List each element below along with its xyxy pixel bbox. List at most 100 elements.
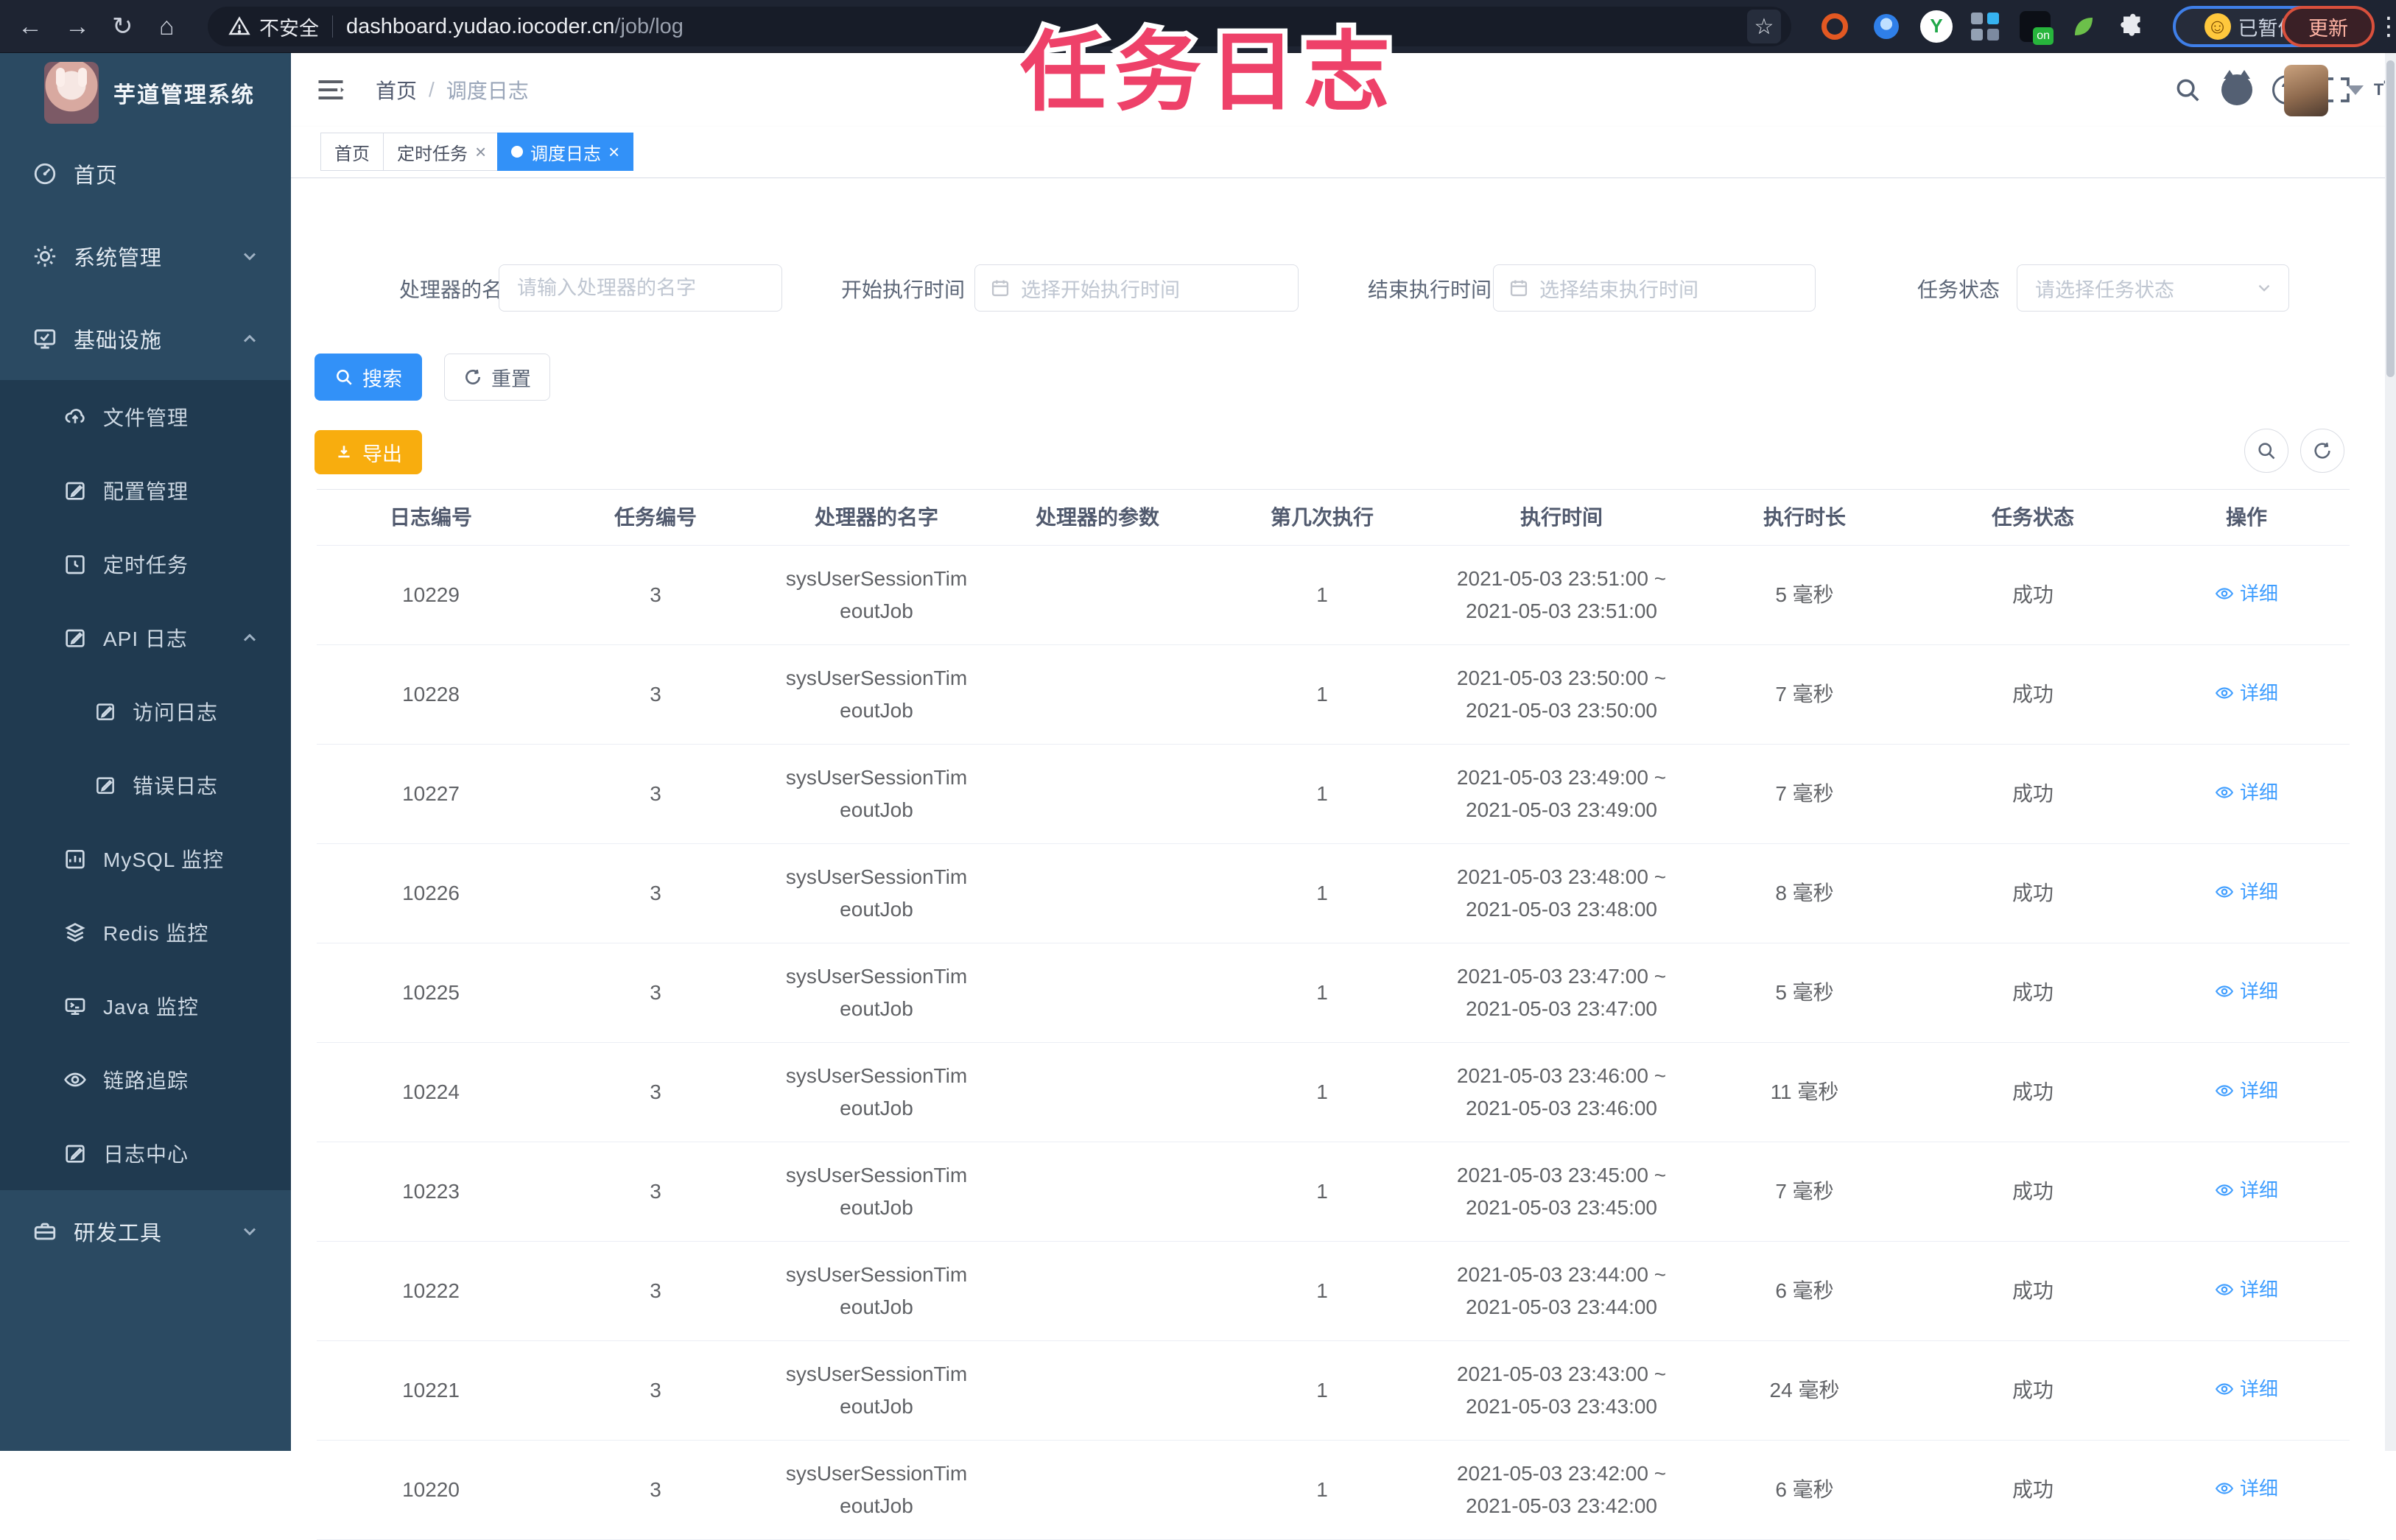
browser-home-icon[interactable]: ⌂ (159, 14, 175, 39)
browser-forward-icon[interactable]: → (65, 14, 90, 39)
sidebar-item-infrastructure[interactable]: 基础设施 (0, 298, 291, 380)
app-title: 芋道管理系统 (113, 83, 255, 108)
search-button[interactable]: 搜索 (315, 354, 422, 401)
browser-menu-icon[interactable]: ⋮ (2376, 14, 2396, 39)
sidebar-item-mysql-monitor[interactable]: MySQL 监控 (0, 822, 291, 896)
close-icon[interactable]: × (608, 142, 619, 161)
github-icon[interactable] (2215, 53, 2259, 127)
end-time-label: 结束执行时间 (1367, 278, 1492, 301)
detail-link[interactable]: 详细 (2215, 975, 2278, 1008)
detail-link[interactable]: 详细 (2215, 677, 2278, 709)
chevron-up-icon (243, 334, 256, 342)
eye-icon (2215, 787, 2234, 798)
breadcrumb-home[interactable]: 首页 (376, 75, 417, 105)
navbar: 首页 / 调度日志 ? TT (291, 53, 2396, 127)
user-avatar[interactable] (2284, 65, 2328, 116)
app-logo-row[interactable]: 芋道管理系统 (0, 53, 291, 133)
export-button[interactable]: 导出 (315, 430, 422, 474)
active-tab-dot (511, 146, 523, 158)
refresh-table-button[interactable] (2300, 429, 2344, 473)
browser-update-button[interactable]: 更新 (2282, 6, 2375, 47)
table-row: 10226 3 sysUserSessionTim eoutJob 1 2021-… (317, 844, 2350, 943)
sidebar-item-error-log[interactable]: 错误日志 (0, 748, 291, 822)
extension-bulb-icon[interactable] (1869, 10, 1903, 43)
refresh-icon (2314, 443, 2330, 459)
end-time-picker[interactable]: 选择结束执行时间 (1493, 264, 1816, 312)
detail-link[interactable]: 详细 (2215, 1075, 2278, 1107)
sidebar-item-trace[interactable]: 链路追踪 (0, 1043, 291, 1117)
sidebar-item-config-management[interactable]: 配置管理 (0, 454, 291, 527)
cloud-upload-icon (65, 409, 85, 423)
sidebar-item-home[interactable]: 首页 (0, 133, 291, 215)
avatar-caret-down-icon[interactable] (2347, 85, 2364, 95)
security-label: 不安全 (259, 17, 319, 40)
browser-chrome: ← → ↻ ⌂ 不安全 dashboard.yudao.iocoder.cn /… (0, 0, 2396, 53)
header-search-icon[interactable] (2165, 53, 2210, 127)
close-icon[interactable]: × (475, 142, 486, 161)
detail-link[interactable]: 详细 (2215, 776, 2278, 809)
mysql-icon (66, 850, 85, 869)
dashboard-icon (34, 163, 56, 185)
download-icon (338, 446, 350, 458)
sidebar-item-access-log[interactable]: 访问日志 (0, 675, 291, 748)
scrollbar-thumb[interactable] (2386, 60, 2395, 377)
extension-grid-icon[interactable] (1968, 10, 2002, 43)
log-icon (66, 629, 85, 647)
sidebar-item-api-log[interactable]: API 日志 (0, 601, 291, 675)
table-row: 10224 3 sysUserSessionTim eoutJob 1 2021-… (317, 1043, 2350, 1142)
extension-on-badge-icon[interactable]: on (2018, 10, 2054, 45)
log-table: 日志编号 任务编号 处理器的名字 处理器的参数 第几次执行 执行时间 执行时长 … (317, 489, 2350, 1540)
tab-schedule-log[interactable]: 调度日志 × (497, 133, 634, 171)
hamburger-icon[interactable] (315, 74, 347, 106)
refresh-icon (466, 369, 480, 384)
bookmark-star-icon[interactable]: ☆ (1747, 10, 1781, 43)
sidebar-item-file-management[interactable]: 文件管理 (0, 380, 291, 454)
tab-scheduled-jobs[interactable]: 定时任务 × (383, 133, 501, 171)
detail-link[interactable]: 详细 (2215, 1373, 2278, 1405)
eye-icon (2215, 1085, 2234, 1097)
toggle-search-button[interactable] (2244, 429, 2288, 473)
sidebar-item-log-center[interactable]: 日志中心 (0, 1117, 291, 1190)
address-bar[interactable]: 不安全 dashboard.yudao.iocoder.cn /job/log … (208, 7, 1791, 46)
gear-icon (34, 245, 56, 267)
browser-back-icon[interactable]: ← (18, 14, 43, 39)
eye-icon (2215, 1383, 2234, 1395)
handler-name-input-wrap (499, 264, 782, 312)
status-select[interactable]: 请选择任务状态 (2017, 264, 2289, 312)
eye-icon (2215, 588, 2234, 600)
extensions-puzzle-icon[interactable] (2115, 10, 2149, 43)
handler-name-input[interactable] (499, 265, 781, 311)
breadcrumb: 首页 / 调度日志 (376, 53, 529, 127)
tags-view-bar: 首页 定时任务 × 调度日志 × (291, 127, 2396, 178)
start-time-picker[interactable]: 选择开始执行时间 (974, 264, 1299, 312)
sidebar-item-java-monitor[interactable]: Java 监控 (0, 969, 291, 1043)
sidebar-item-dev-tools[interactable]: 研发工具 (0, 1190, 291, 1273)
extension-orange-icon[interactable] (1818, 10, 1852, 43)
calendar-icon (991, 280, 1009, 297)
browser-reload-icon[interactable]: ↻ (112, 14, 133, 39)
reset-button[interactable]: 重置 (444, 354, 550, 401)
extension-leaf-icon[interactable] (2067, 10, 2101, 43)
url-text: dashboard.yudao.iocoder.cn (346, 14, 615, 38)
detail-link[interactable]: 详细 (2215, 1472, 2278, 1505)
eye-icon (2215, 985, 2234, 997)
toolbox-icon (34, 1223, 56, 1240)
detail-link[interactable]: 详细 (2215, 577, 2278, 610)
detail-link[interactable]: 详细 (2215, 1174, 2278, 1206)
eye-icon (2215, 687, 2234, 699)
emoji-icon: ☺ (2204, 13, 2231, 40)
detail-link[interactable]: 详细 (2215, 876, 2278, 908)
chevron-down-icon (2258, 284, 2270, 292)
detail-link[interactable]: 详细 (2215, 1273, 2278, 1306)
main-area: 首页 / 调度日志 ? TT 首页 定时任务 × 调度日志 × 处理 (291, 53, 2396, 1540)
redis-icon (65, 923, 85, 942)
sidebar-item-scheduled-jobs[interactable]: 定时任务 (0, 527, 291, 601)
sidebar-item-system-management[interactable]: 系统管理 (0, 215, 291, 298)
tab-home[interactable]: 首页 (320, 133, 384, 171)
table-row: 10222 3 sysUserSessionTim eoutJob 1 2021-… (317, 1242, 2350, 1341)
extension-y-icon[interactable]: Y (1919, 10, 1953, 43)
scrollbar[interactable] (2385, 53, 2396, 1451)
sidebar-item-redis-monitor[interactable]: Redis 监控 (0, 896, 291, 969)
sidebar: 芋道管理系统 首页 系统管理 基础设施 文件管理 配置管理 定时任务 API 日… (0, 53, 291, 1451)
log-icon (96, 777, 114, 794)
